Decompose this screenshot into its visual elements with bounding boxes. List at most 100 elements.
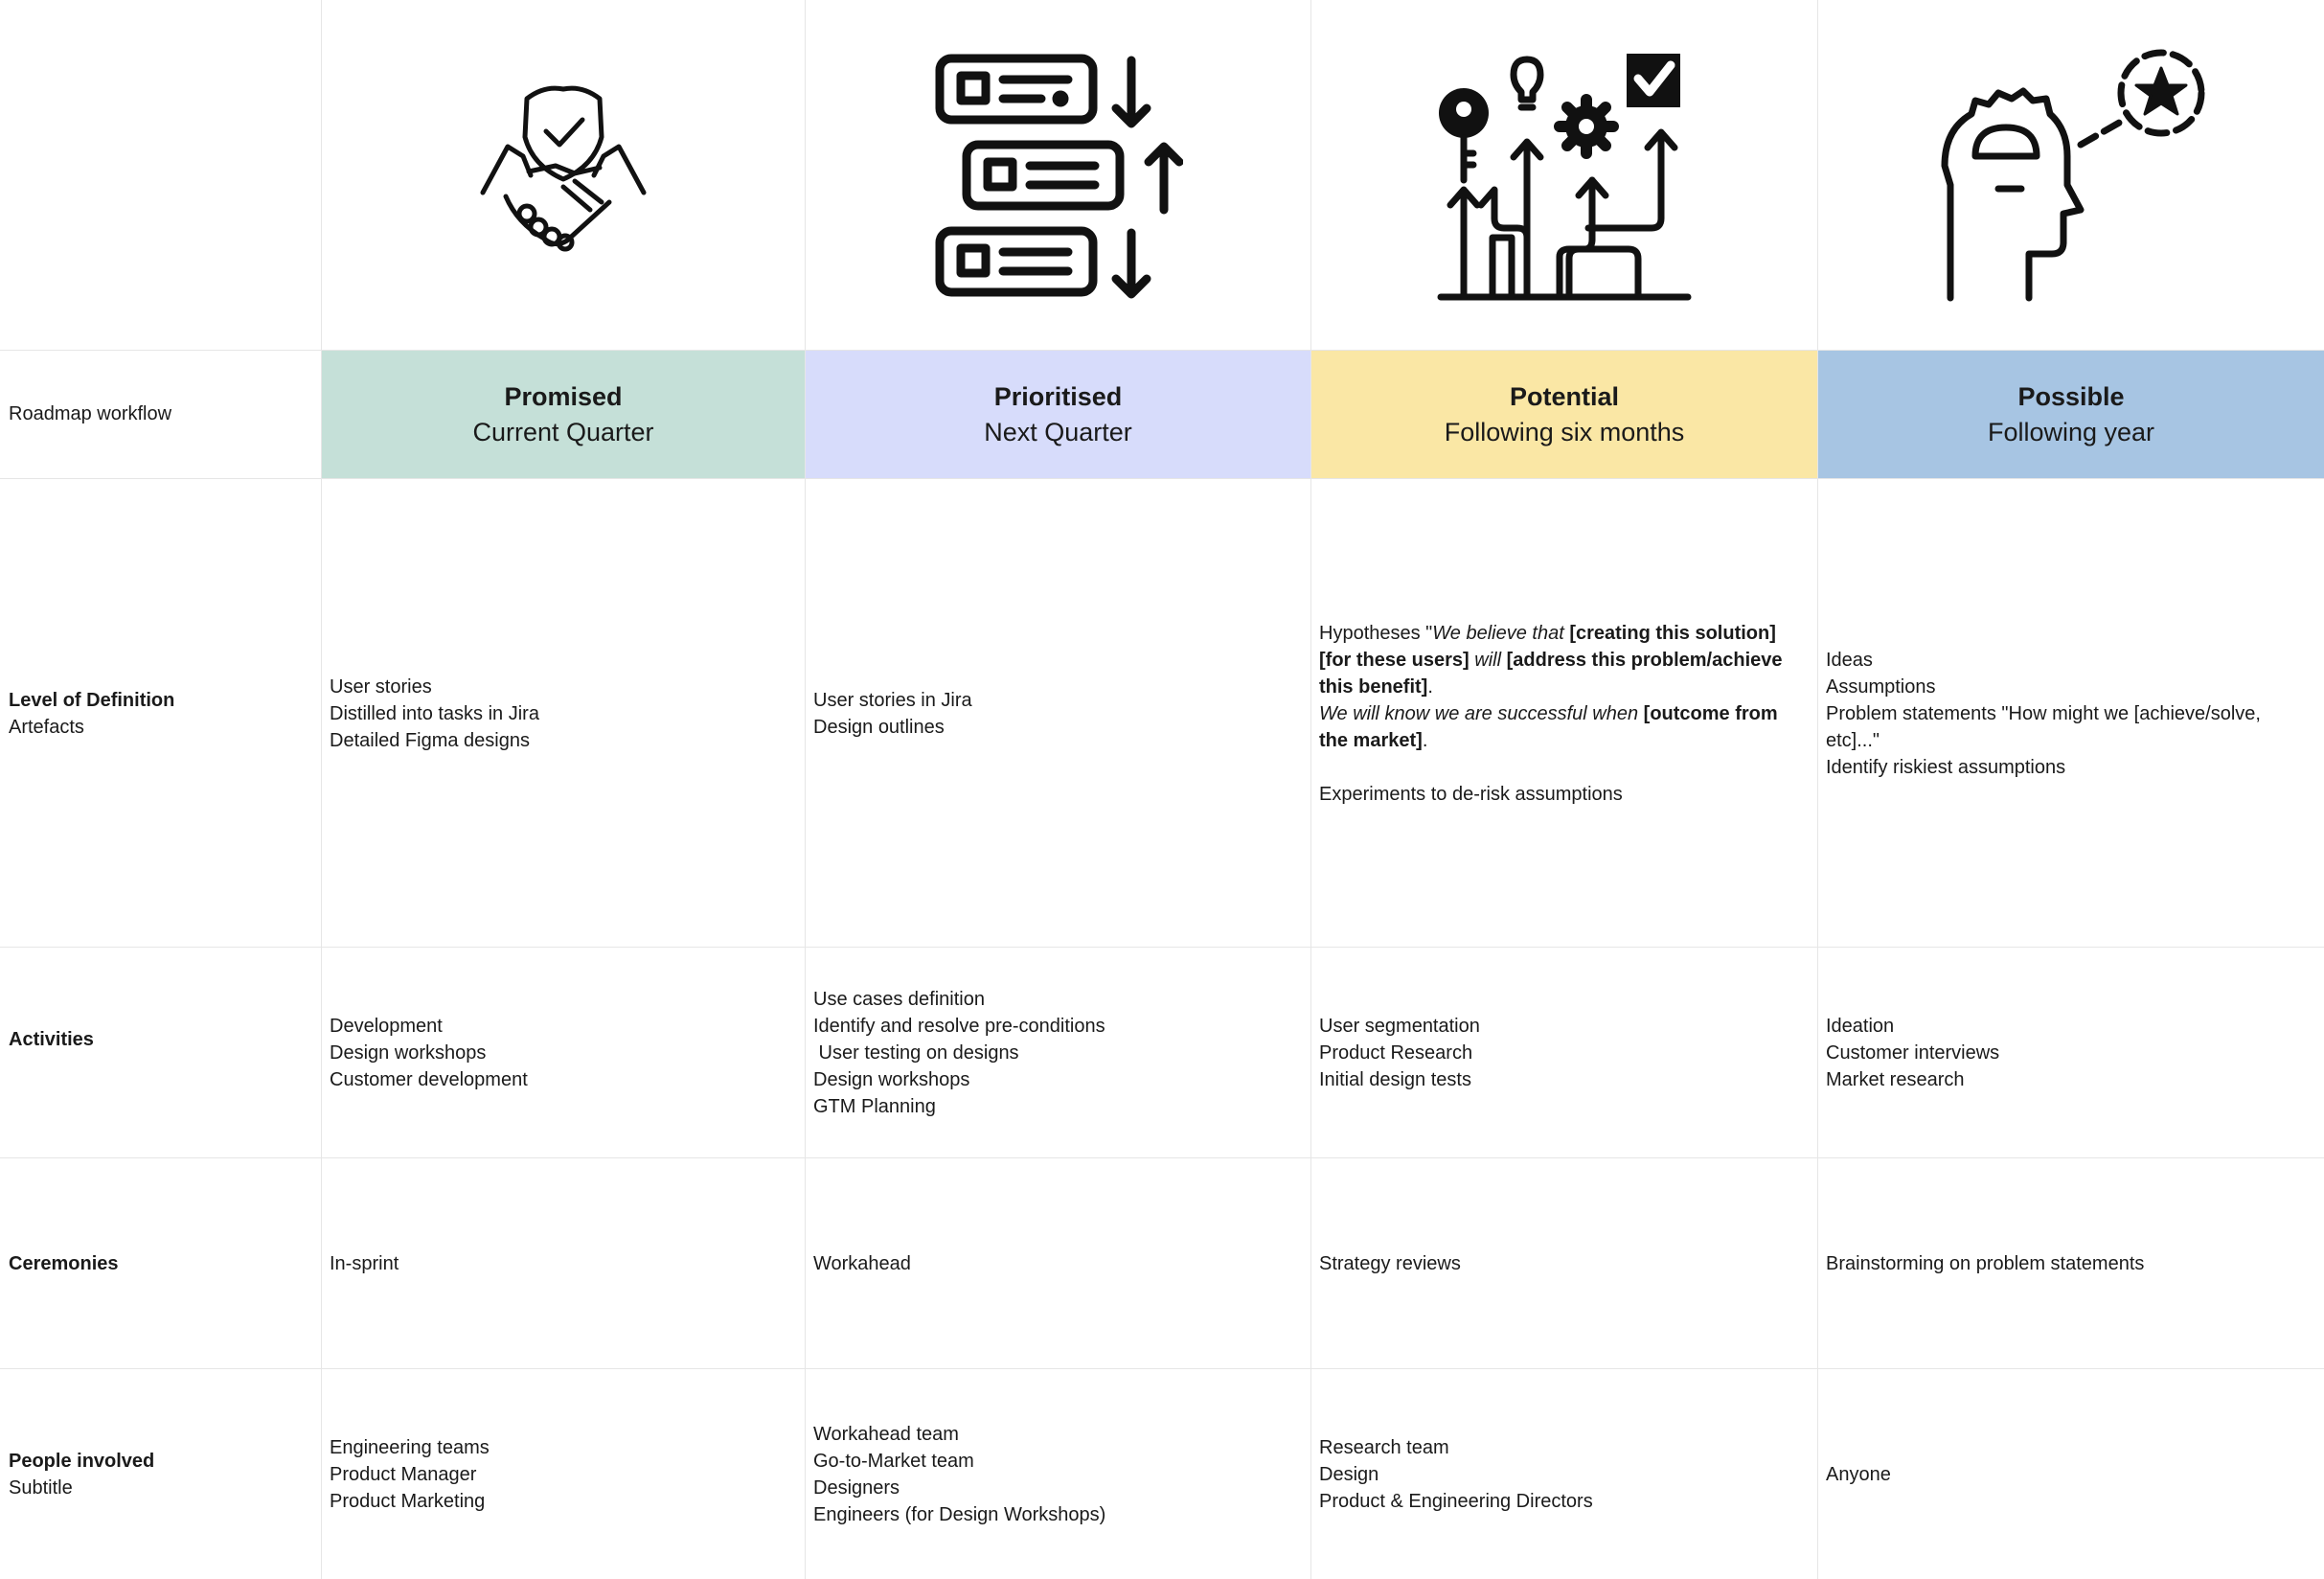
hypothesis-statement: Hypotheses "We believe that [creating th… — [1319, 620, 1808, 700]
list-item: Detailed Figma designs — [330, 730, 530, 751]
activities-potential-cell: User segmentation Product Research Initi… — [1319, 1013, 1798, 1093]
column-header-prioritised: Prioritised Next Quarter — [806, 351, 1310, 478]
column-title: Potential — [1509, 381, 1619, 411]
list-item: Customer development — [330, 1069, 528, 1090]
handshake-shield-icon — [480, 85, 647, 251]
text: Hypotheses " — [1319, 623, 1433, 644]
column-header-promised: Promised Current Quarter — [322, 351, 805, 478]
sorted-list-arrows-icon — [935, 54, 1183, 298]
list-item: Ideation — [1826, 1016, 1895, 1037]
list-item: Product Marketing — [330, 1491, 486, 1512]
list-item: GTM Planning — [813, 1096, 936, 1117]
ceremonies-potential-cell: Strategy reviews — [1319, 1250, 1798, 1277]
list-item: Product Manager — [330, 1464, 477, 1485]
row-label-subtitle: Artefacts — [9, 717, 84, 738]
people-possible-cell: Anyone — [1826, 1461, 2305, 1488]
list-item: User stories in Jira — [813, 690, 972, 711]
list-item: Market research — [1826, 1069, 1965, 1090]
list-item: Engineering teams — [330, 1437, 490, 1458]
definition-prioritised-cell: User stories in Jira Design outlines — [813, 687, 1292, 741]
text: will — [1469, 650, 1507, 671]
list-item: Design workshops — [813, 1069, 970, 1090]
list-item: Identify and resolve pre-conditions — [813, 1016, 1105, 1037]
row-label-title: Activities — [9, 1029, 94, 1050]
list-item: Assumptions — [1826, 676, 1936, 698]
activities-possible-cell: Ideation Customer interviews Market rese… — [1826, 1013, 2305, 1093]
list-item: Experiments to de-risk assumptions — [1319, 784, 1623, 805]
list-item: Ideas — [1826, 650, 1873, 671]
success-statement: We will know we are successful when [out… — [1319, 700, 1808, 754]
ceremonies-row-label: Ceremonies — [9, 1250, 119, 1277]
column-title: Prioritised — [993, 381, 1123, 411]
definition-row-label: Level of Definition Artefacts — [9, 687, 174, 741]
possible-icon-cell — [1818, 0, 2324, 350]
list-item: Designers — [813, 1477, 900, 1499]
people-potential-cell: Research team Design Product & Engineeri… — [1319, 1434, 1798, 1515]
row-label-subtitle: Subtitle — [9, 1477, 73, 1499]
list-item: Workahead — [813, 1253, 911, 1274]
list-item: User stories — [330, 676, 432, 698]
column-subtitle: Next Quarter — [984, 417, 1132, 446]
list-item: Research team — [1319, 1437, 1449, 1458]
head-star-icon — [1941, 49, 2205, 301]
row-divider — [0, 478, 2324, 479]
list-item: Go-to-Market team — [813, 1451, 974, 1472]
list-item: Brainstorming on problem statements — [1826, 1253, 2145, 1274]
row-divider — [0, 1157, 2324, 1158]
promised-icon-cell — [322, 0, 805, 350]
list-item: Design workshops — [330, 1042, 487, 1064]
column-header-possible: Possible Following year — [1818, 351, 2324, 478]
text: We believe that — [1432, 623, 1564, 644]
list-item: Use cases definition — [813, 989, 985, 1010]
row-label-title: People involved — [9, 1451, 155, 1472]
potential-icon-cell — [1311, 0, 1817, 350]
list-item: Product & Engineering Directors — [1319, 1491, 1593, 1512]
list-item: Workahead team — [813, 1424, 959, 1445]
prioritised-icon-cell — [806, 0, 1310, 350]
definition-promised-cell: User stories Distilled into tasks in Jir… — [330, 674, 789, 754]
ceremonies-prioritised-cell: Workahead — [813, 1250, 1292, 1277]
column-subtitle: Following six months — [1444, 417, 1685, 446]
definition-possible-cell: Ideas Assumptions Problem statements "Ho… — [1826, 647, 2314, 781]
row-label-text: Roadmap workflow — [9, 403, 172, 424]
row-divider — [0, 947, 2324, 948]
people-promised-cell: Engineering teams Product Manager Produc… — [330, 1434, 789, 1515]
row-divider — [0, 1368, 2324, 1369]
list-item: Product Research — [1319, 1042, 1473, 1064]
row-label-title: Level of Definition — [9, 690, 175, 711]
column-title: Possible — [2017, 381, 2125, 411]
column-subtitle: Current Quarter — [472, 417, 654, 446]
list-item: User segmentation — [1319, 1016, 1480, 1037]
people-prioritised-cell: Workahead team Go-to-Market team Designe… — [813, 1421, 1292, 1528]
list-item: Distilled into tasks in Jira — [330, 703, 539, 724]
row-label-title: Ceremonies — [9, 1253, 119, 1274]
list-item: Identify riskiest assumptions — [1826, 757, 2066, 778]
roadmap-board: Roadmap workflow Promised Current Quarte… — [0, 0, 2324, 1579]
text: . — [1422, 730, 1428, 751]
list-item: User testing on designs — [813, 1042, 1019, 1064]
roadmap-workflow-label: Roadmap workflow — [9, 400, 171, 427]
list-item: In-sprint — [330, 1253, 399, 1274]
text: We will know we are successful when — [1319, 703, 1639, 724]
column-header-potential: Potential Following six months — [1311, 351, 1817, 478]
activities-promised-cell: Development Design workshops Customer de… — [330, 1013, 789, 1093]
column-title: Promised — [504, 381, 623, 411]
list-item: Design — [1319, 1464, 1379, 1485]
list-item: Design outlines — [813, 717, 945, 738]
people-row-label: People involved Subtitle — [9, 1448, 154, 1501]
list-item: Customer interviews — [1826, 1042, 2000, 1064]
list-item: Development — [330, 1016, 443, 1037]
column-subtitle: Following year — [1987, 417, 2155, 446]
ceremonies-possible-cell: Brainstorming on problem statements — [1826, 1250, 2305, 1277]
ceremonies-promised-cell: In-sprint — [330, 1250, 789, 1277]
paths-ideas-icon — [1437, 53, 1692, 300]
definition-potential-cell: Hypotheses "We believe that [creating th… — [1319, 620, 1808, 808]
list-item: Strategy reviews — [1319, 1253, 1461, 1274]
list-item: Anyone — [1826, 1464, 1891, 1485]
list-item: Problem statements "How might we [achiev… — [1826, 703, 2261, 751]
activities-prioritised-cell: Use cases definition Identify and resolv… — [813, 986, 1292, 1120]
activities-row-label: Activities — [9, 1026, 94, 1053]
list-item: Initial design tests — [1319, 1069, 1471, 1090]
list-item: Engineers (for Design Workshops) — [813, 1504, 1106, 1525]
